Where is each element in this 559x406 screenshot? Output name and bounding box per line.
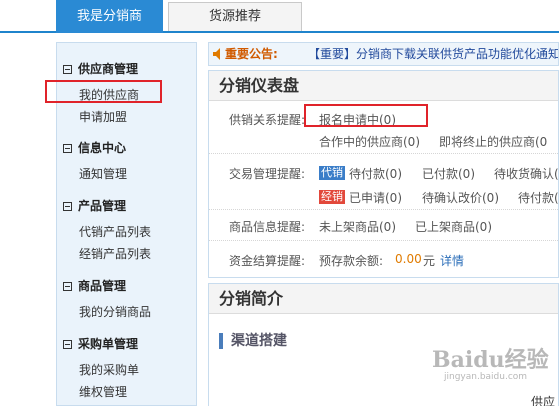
collapse-icon[interactable]: [63, 144, 72, 153]
sidebar-item-notifications[interactable]: 通知管理: [79, 165, 127, 183]
sidebar-item-consign-products[interactable]: 代销产品列表: [79, 223, 151, 241]
supply-label: 供销关系提醒:: [229, 113, 306, 127]
funds-row: 资金结算提醒: 预存款余额: 0.00 元 详情: [209, 242, 558, 277]
watermark-logo: Baidu经验: [432, 347, 549, 373]
distribute-badge: 经销: [319, 190, 345, 204]
sidebar-group-info[interactable]: 信息中心: [63, 138, 126, 158]
sidebar-group-product[interactable]: 产品管理: [63, 196, 126, 216]
channel-section: 渠道搭建: [219, 330, 419, 350]
dashboard-title: 分销仪表盘: [219, 76, 300, 95]
sidebar-group-supplier[interactable]: 供应商管理: [63, 59, 138, 79]
tab-distributor[interactable]: 我是分销商: [56, 0, 163, 33]
sidebar-group-title: 产品管理: [78, 199, 127, 213]
highlight-box: [304, 104, 428, 127]
cooperating-link[interactable]: 合作中的供应商(0): [319, 133, 420, 150]
consign-unpaid[interactable]: 待付款(0): [349, 165, 402, 182]
section-bar: [219, 333, 223, 349]
trade-row: 交易管理提醒: 代销 待付款(0) 已付款(0) 待收货确认( 经销 已申请(0…: [209, 155, 559, 210]
notice-link[interactable]: 【重要】分销商下载关联供货产品功能优化通知: [308, 43, 558, 65]
trade-label: 交易管理提醒:: [229, 167, 306, 181]
top-tab-bar: 我是分销商 货源推荐: [0, 0, 559, 33]
sidebar-group-title: 采购单管理: [78, 337, 139, 351]
highlight-box: [45, 80, 162, 103]
sidebar-item-rights[interactable]: 维权管理: [79, 383, 127, 401]
consign-paid[interactable]: 已付款(0): [422, 165, 475, 182]
watermark: Baidu经验 jingyan.baidu.com: [432, 342, 552, 392]
deposit-amount: 0.00: [395, 252, 422, 266]
watermark-url: jingyan.baidu.com: [444, 372, 528, 382]
sidebar-group-title: 商品管理: [78, 279, 127, 293]
goods-row: 商品信息提醒: 未上架商品(0) 已上架商品(0): [209, 211, 558, 241]
dashboard-header: 分销仪表盘: [209, 71, 558, 101]
collapse-icon[interactable]: [63, 65, 72, 74]
notice-bar: 重要公告: 【重要】分销商下载关联供货产品功能优化通知: [208, 42, 559, 66]
sidebar-item-apply-join[interactable]: 申请加盟: [79, 108, 127, 126]
funds-label: 资金结算提醒:: [229, 254, 306, 268]
sidebar-item-my-purchase[interactable]: 我的采购单: [79, 361, 139, 379]
sidebar-group-purchase[interactable]: 采购单管理: [63, 334, 138, 354]
collapse-icon[interactable]: [63, 202, 72, 211]
intro-title: 分销简介: [219, 289, 284, 308]
intro-header: 分销简介: [209, 284, 558, 314]
distribute-applied[interactable]: 已申请(0): [349, 189, 402, 206]
notice-label: 重要公告:: [225, 47, 278, 61]
tab-source-recommend[interactable]: 货源推荐: [168, 2, 302, 31]
on-shelf-link[interactable]: 已上架商品(0): [415, 218, 492, 235]
sidebar-group-goods[interactable]: 商品管理: [63, 276, 126, 296]
consign-badge: 代销: [319, 166, 345, 180]
sidebar-item-my-goods[interactable]: 我的分销商品: [79, 303, 151, 321]
sidebar-group-title: 供应商管理: [78, 62, 139, 76]
distribute-price[interactable]: 待确认改价(0): [422, 189, 499, 206]
sidebar-item-distribute-products[interactable]: 经销产品列表: [79, 245, 151, 263]
dashboard-panel: 分销仪表盘 供销关系提醒: 报名申请中(0) 合作中的供应商(0) 即将终止的供…: [208, 70, 559, 278]
sidebar-group-title: 信息中心: [78, 141, 127, 155]
corner-text: 供应: [531, 395, 556, 406]
distribute-unpaid[interactable]: 待付款(0: [518, 189, 559, 206]
ending-link[interactable]: 即将终止的供应商(0: [439, 133, 547, 150]
section-title: 渠道搭建: [231, 333, 287, 349]
collapse-icon[interactable]: [63, 282, 72, 291]
deposit-label: 预存款余额:: [319, 254, 384, 268]
speaker-icon: [213, 48, 220, 60]
deposit-detail-link[interactable]: 详情: [440, 252, 464, 269]
consign-receipt[interactable]: 待收货确认(: [494, 165, 559, 182]
collapse-icon[interactable]: [63, 340, 72, 349]
deposit-unit: 元: [423, 254, 436, 268]
off-shelf-link[interactable]: 未上架商品(0): [319, 218, 396, 235]
goods-label: 商品信息提醒:: [229, 220, 306, 234]
